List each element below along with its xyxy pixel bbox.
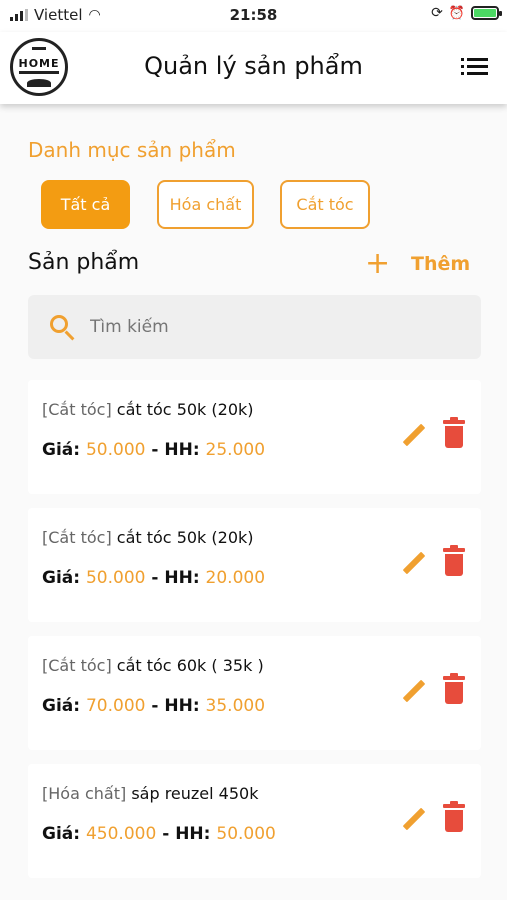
product-name: cắt tóc 50k (20k) (116, 400, 254, 419)
category-section-title: Danh mục sản phẩm (28, 138, 236, 162)
add-product-button[interactable]: + Thêm (365, 246, 471, 281)
plus-icon: + (365, 246, 391, 281)
product-price-line: Giá: 450.000 - HH: 50.000 (42, 824, 276, 844)
product-commission: 35.000 (205, 696, 266, 716)
product-name-line: [Cắt tóc] cắt tóc 60k ( 35k ) (42, 656, 264, 675)
price-label: Giá: (42, 824, 81, 844)
product-price: 50.000 (85, 440, 146, 460)
price-label: Giá: (42, 696, 81, 716)
status-right: ⟳ ⏰ (431, 5, 502, 21)
product-commission: 50.000 (216, 824, 276, 844)
trash-icon[interactable] (442, 545, 466, 578)
category-haircut-button[interactable]: Cắt tóc (280, 180, 370, 229)
price-label: Giá: (42, 568, 81, 588)
product-category: [Cắt tóc] (42, 656, 112, 675)
rotation-lock-icon: ⟳ (431, 5, 443, 21)
product-price: 450.000 (85, 824, 157, 844)
trash-icon[interactable] (442, 417, 466, 450)
product-name-line: [Cắt tóc] cắt tóc 50k (20k) (42, 400, 254, 419)
product-price-line: Giá: 70.000 - HH: 35.000 (42, 696, 265, 716)
commission-label: - HH: (151, 568, 200, 588)
product-commission: 20.000 (205, 568, 266, 588)
add-product-label: Thêm (411, 253, 471, 275)
pencil-icon[interactable] (400, 550, 428, 578)
search-bar (28, 295, 481, 359)
products-section-title: Sản phẩm (28, 250, 140, 275)
page-title: Quản lý sản phẩm (144, 52, 363, 80)
pencil-icon[interactable] (400, 422, 428, 450)
product-card[interactable]: [Hóa chất] sáp reuzel 450k Giá: 450.000 … (28, 764, 481, 878)
product-name: cắt tóc 60k ( 35k ) (116, 656, 264, 675)
category-chemicals-button[interactable]: Hóa chất (157, 180, 254, 229)
status-bar: Viettel ◠ 21:58 ⟳ ⏰ (0, 0, 507, 32)
product-category: [Cắt tóc] (42, 400, 112, 419)
product-category: [Hóa chất] (42, 784, 127, 803)
search-input[interactable] (90, 295, 470, 359)
product-price: 50.000 (85, 568, 146, 588)
list-menu-icon[interactable] (461, 58, 489, 76)
product-price-line: Giá: 50.000 - HH: 25.000 (42, 440, 265, 460)
trash-icon[interactable] (442, 801, 466, 834)
product-name: sáp reuzel 450k (131, 784, 259, 803)
commission-label: - HH: (151, 440, 200, 460)
product-category: [Cắt tóc] (42, 528, 112, 547)
app-header: HOME Quản lý sản phẩm (0, 32, 507, 104)
category-all-button[interactable]: Tất cả (41, 180, 130, 229)
product-card[interactable]: [Cắt tóc] cắt tóc 50k (20k) Giá: 50.000 … (28, 508, 481, 622)
commission-label: - HH: (162, 824, 211, 844)
commission-label: - HH: (151, 696, 200, 716)
product-card[interactable]: [Cắt tóc] cắt tóc 50k (20k) Giá: 50.000 … (28, 380, 481, 494)
product-name: cắt tóc 50k (20k) (116, 528, 254, 547)
battery-icon (471, 6, 502, 20)
search-icon (50, 315, 68, 333)
pencil-icon[interactable] (400, 806, 428, 834)
product-price: 70.000 (85, 696, 146, 716)
product-commission: 25.000 (205, 440, 266, 460)
trash-icon[interactable] (442, 673, 466, 706)
product-name-line: [Hóa chất] sáp reuzel 450k (42, 784, 258, 803)
product-name-line: [Cắt tóc] cắt tóc 50k (20k) (42, 528, 254, 547)
price-label: Giá: (42, 440, 81, 460)
battery-fill (474, 9, 496, 17)
product-price-line: Giá: 50.000 - HH: 20.000 (42, 568, 265, 588)
pencil-icon[interactable] (400, 678, 428, 706)
alarm-icon: ⏰ (448, 5, 465, 21)
product-card[interactable]: [Cắt tóc] cắt tóc 60k ( 35k ) Giá: 70.00… (28, 636, 481, 750)
